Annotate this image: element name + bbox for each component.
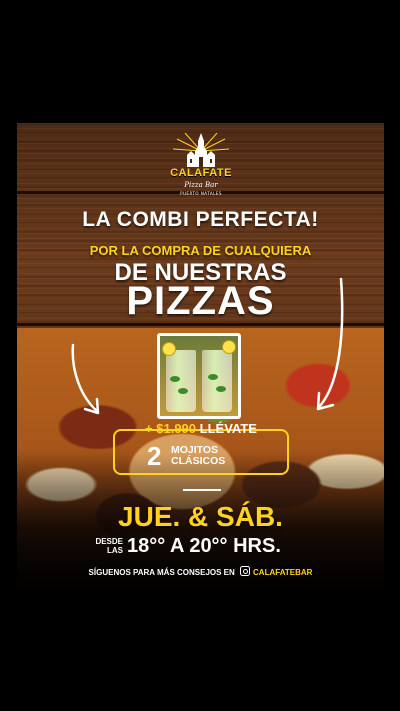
mojito-glass — [202, 350, 232, 412]
logo-location: PUERTO NATALES — [180, 191, 222, 196]
schedule-days: JUE. & SÁB. — [118, 501, 283, 532]
footer-text: SÍGUENOS PARA MÁS CONSEJOS EN — [88, 568, 235, 577]
logo-brand: CALAFATE — [170, 167, 232, 179]
instagram-handle[interactable]: CALAFATEBAR — [253, 568, 312, 577]
arrow-icon — [71, 343, 100, 415]
schedule-from-line1: DESDE — [95, 537, 123, 546]
lime-slice — [162, 342, 176, 356]
mint-leaf — [208, 374, 218, 380]
offer-items: MOJITOS CLÁSICOS — [171, 445, 225, 467]
arrow-icon — [316, 277, 344, 411]
footer-social: SÍGUENOS PARA MÁS CONSEJOS EN CALAFATEBA… — [17, 566, 384, 577]
schedule-from-line2: LAS — [107, 546, 123, 555]
headline-title: LA COMBI PERFECTA! — [82, 208, 319, 231]
mint-leaf — [216, 386, 226, 392]
offer-price: + $1.990 — [145, 421, 197, 436]
instagram-icon — [240, 566, 251, 576]
schedule-from: DESDE LAS — [95, 537, 123, 555]
schedule-time: 18°° A 20°° HRS. — [127, 535, 281, 557]
offer-take: LLÉVATE — [199, 421, 257, 436]
offer-box: + $1.990 LLÉVATE 2 MOJITOS CLÁSICOS — [113, 421, 289, 475]
offer-price-line: + $1.990 LLÉVATE — [115, 421, 287, 436]
mint-leaf — [178, 388, 188, 394]
mint-leaf — [170, 376, 180, 382]
calafate-logo: CALAFATE Pizza Bar PUERTO NATALES — [165, 129, 237, 207]
church-logo-icon — [172, 132, 230, 167]
logo-subtitle: Pizza Bar — [184, 181, 218, 189]
offer-item-line2: CLÁSICOS — [171, 455, 226, 467]
mojitos-photo — [157, 333, 241, 419]
lime-slice — [222, 340, 236, 354]
promo-poster: CALAFATE Pizza Bar PUERTO NATALES LA COM… — [17, 123, 384, 589]
divider-line — [183, 489, 221, 491]
offer-quantity: 2 — [147, 441, 162, 471]
headline-condition: POR LA COMPRA DE CUALQUIERA — [89, 243, 312, 258]
schedule-hours: DESDE LAS 18°° A 20°° HRS. — [95, 535, 325, 561]
